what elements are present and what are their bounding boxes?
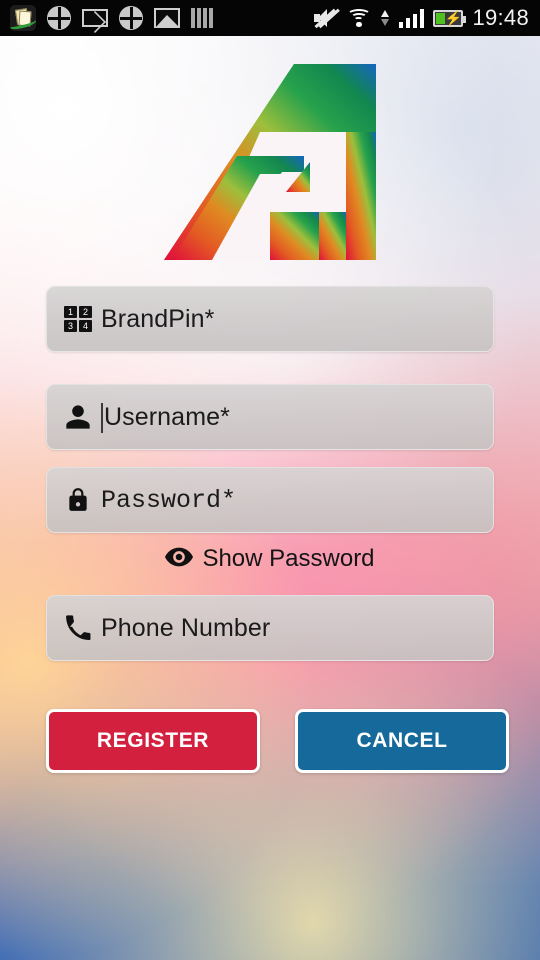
username-placeholder: Username* [104, 402, 230, 431]
wifi-icon [346, 8, 372, 28]
password-input[interactable]: Password* [46, 467, 494, 533]
password-placeholder: Password* [101, 485, 237, 515]
phone-placeholder: Phone Number [101, 613, 271, 642]
clover-icon [47, 6, 71, 30]
keypad-digit: 2 [79, 306, 92, 318]
status-bar-notifications [0, 5, 313, 31]
status-bar-clock: 19:48 [472, 5, 529, 30]
show-password-toggle[interactable]: Show Password [0, 545, 540, 573]
brand-a-logo [0, 62, 540, 262]
keypad-icon: 1 2 3 4 [61, 306, 95, 332]
clover-icon [119, 6, 143, 30]
registration-screen: 1 2 3 4 BrandPin* Username* Password* Sh… [0, 36, 540, 960]
show-password-label: Show Password [202, 545, 375, 572]
battery-charging-icon: ⚡ [433, 9, 467, 27]
bars-icon [191, 8, 213, 28]
phone-input[interactable]: Phone Number [46, 595, 494, 661]
eye-icon [165, 547, 194, 572]
envelope-icon [82, 9, 108, 27]
gallery-icon [154, 8, 180, 28]
brandpin-placeholder: BrandPin* [101, 304, 215, 333]
keypad-digit: 3 [64, 320, 77, 332]
cancel-button[interactable]: CANCEL [295, 709, 509, 773]
mute-icon [313, 8, 340, 28]
signal-icon [398, 8, 425, 28]
username-input[interactable]: Username* [46, 384, 494, 450]
status-bar-system: ⚡ 19:48 [313, 5, 540, 31]
keypad-digit: 4 [79, 320, 92, 332]
user-icon [61, 403, 95, 431]
notes-app-icon [10, 5, 36, 31]
brandpin-input[interactable]: 1 2 3 4 BrandPin* [46, 286, 494, 352]
text-caret [101, 403, 103, 433]
keypad-digit: 1 [64, 306, 77, 318]
data-transfer-icon [380, 8, 390, 28]
phone-icon [61, 615, 95, 641]
lock-icon [61, 486, 95, 514]
register-button[interactable]: REGISTER [46, 709, 260, 773]
status-bar: ⚡ 19:48 [0, 0, 540, 36]
phone-screen: ⚡ 19:48 1 2 3 4 BrandPin* Username* Pass… [0, 0, 540, 960]
